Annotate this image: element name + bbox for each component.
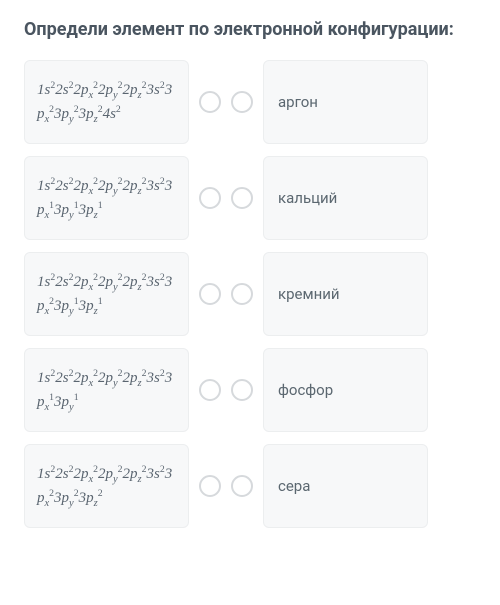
formula-text: 1s22s22px22py22pz23s23px13py13pz1	[37, 174, 178, 222]
formula-card[interactable]: 1s22s22px22py22pz23s23px23py23pz24s2	[24, 60, 189, 144]
radio-left[interactable]	[199, 91, 221, 113]
question-title: Определи элемент по электронной конфигур…	[24, 18, 476, 42]
formula-text: 1s22s22px22py22pz23s23px13py1	[37, 366, 178, 414]
formula-text: 1s22s22px22py22pz23s23px23py23pz2	[37, 462, 178, 510]
radio-right[interactable]	[231, 91, 253, 113]
radio-right[interactable]	[231, 475, 253, 497]
radio-right[interactable]	[231, 379, 253, 401]
right-radio-col	[231, 187, 253, 209]
formula-card[interactable]: 1s22s22px22py22pz23s23px13py1	[24, 348, 189, 432]
radio-right[interactable]	[231, 187, 253, 209]
right-radio-col	[231, 475, 253, 497]
radio-left[interactable]	[199, 379, 221, 401]
element-name: кремний	[278, 285, 340, 303]
radio-left[interactable]	[199, 283, 221, 305]
pair-row: 1s22s22px22py22pz23s23px13py1 фосфор	[24, 348, 476, 432]
radio-left[interactable]	[199, 475, 221, 497]
left-radio-col	[199, 91, 221, 113]
right-radio-col	[231, 379, 253, 401]
pair-row: 1s22s22px22py22pz23s23px23py13pz1 кремни…	[24, 252, 476, 336]
element-card[interactable]: кальций	[263, 156, 428, 240]
element-card[interactable]: кремний	[263, 252, 428, 336]
element-name: аргон	[278, 93, 318, 111]
left-radio-col	[199, 283, 221, 305]
matching-rows: 1s22s22px22py22pz23s23px23py23pz24s2 арг…	[24, 60, 476, 528]
formula-card[interactable]: 1s22s22px22py22pz23s23px23py23pz2	[24, 444, 189, 528]
formula-text: 1s22s22px22py22pz23s23px23py13pz1	[37, 270, 178, 318]
formula-card[interactable]: 1s22s22px22py22pz23s23px13py13pz1	[24, 156, 189, 240]
element-card[interactable]: сера	[263, 444, 428, 528]
radio-left[interactable]	[199, 187, 221, 209]
pair-row: 1s22s22px22py22pz23s23px23py23pz24s2 арг…	[24, 60, 476, 144]
pair-row: 1s22s22px22py22pz23s23px13py13pz1 кальци…	[24, 156, 476, 240]
left-radio-col	[199, 187, 221, 209]
left-radio-col	[199, 475, 221, 497]
element-name: сера	[278, 477, 310, 495]
formula-text: 1s22s22px22py22pz23s23px23py23pz24s2	[37, 78, 178, 126]
pair-row: 1s22s22px22py22pz23s23px23py23pz2 сера	[24, 444, 476, 528]
element-card[interactable]: фосфор	[263, 348, 428, 432]
left-radio-col	[199, 379, 221, 401]
right-radio-col	[231, 283, 253, 305]
element-card[interactable]: аргон	[263, 60, 428, 144]
right-radio-col	[231, 91, 253, 113]
element-name: кальций	[278, 189, 337, 207]
radio-right[interactable]	[231, 283, 253, 305]
formula-card[interactable]: 1s22s22px22py22pz23s23px23py13pz1	[24, 252, 189, 336]
element-name: фосфор	[278, 381, 333, 399]
